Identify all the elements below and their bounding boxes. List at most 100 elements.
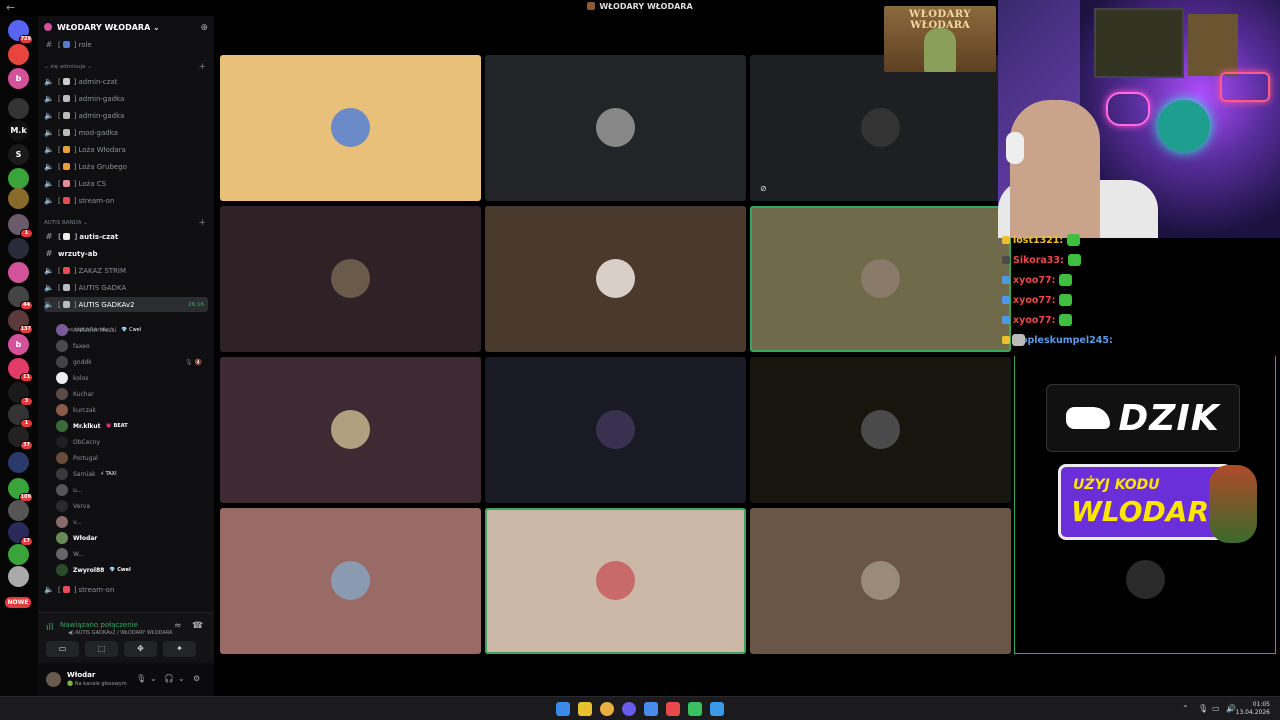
channel-voice[interactable]: 🔈 [] Loża Włodara: [44, 142, 208, 157]
gear-icon[interactable]: ⚙: [193, 674, 200, 683]
avatar[interactable]: [46, 672, 61, 687]
channel-voice[interactable]: 🔈 [] ZAKAZ STRIM: [44, 263, 208, 278]
channel-voice[interactable]: 🔈 [] mod-gadka: [44, 125, 208, 140]
server-avatar[interactable]: 17: [8, 522, 33, 546]
participant-tile[interactable]: [220, 357, 481, 503]
soundboard-button[interactable]: ✦: [163, 641, 196, 657]
volume-icon[interactable]: 🔊: [1226, 704, 1236, 713]
voice-user[interactable]: u...: [56, 482, 206, 498]
server-avatar[interactable]: M.k: [8, 120, 29, 141]
disconnect-icon[interactable]: ☎: [192, 621, 203, 631]
server-avatar[interactable]: b: [8, 334, 29, 355]
server-avatar[interactable]: [8, 188, 29, 209]
voice-user[interactable]: faxeo: [56, 338, 206, 354]
server-avatar[interactable]: 1: [8, 404, 33, 428]
server-avatar[interactable]: 37: [8, 426, 33, 450]
microphone-icon[interactable]: 🎙: [1198, 704, 1208, 713]
channel-role[interactable]: # [] role: [44, 37, 208, 52]
new-badge[interactable]: NOWE: [5, 597, 31, 608]
signal-icon[interactable]: ıll: [46, 623, 54, 633]
server-avatar[interactable]: [8, 44, 29, 65]
server-avatar[interactable]: 11: [8, 358, 33, 382]
server-avatar[interactable]: [8, 500, 29, 521]
clock[interactable]: 01:05 13.04.2026: [1236, 701, 1270, 717]
participant-avatar[interactable]: [1126, 560, 1165, 599]
voice-channel-path[interactable]: ◀) AUTIS GADKAv2 / WŁODARY WŁODARA: [68, 630, 172, 636]
add-channel-icon[interactable]: +: [198, 62, 206, 72]
voice-user[interactable]: kurczak: [56, 402, 206, 418]
discord-icon[interactable]: 729: [8, 20, 33, 44]
participant-tile[interactable]: [220, 206, 481, 352]
channel-voice[interactable]: 🔈 [] stream-on: [44, 193, 208, 208]
network-icon[interactable]: ▭: [1212, 704, 1220, 713]
headphones-icon[interactable]: 🎧: [164, 674, 174, 683]
voice-user[interactable]: Sarniak ⚡ TAXI: [56, 466, 206, 482]
chevron-down-icon[interactable]: ⌄: [150, 674, 157, 683]
voice-user[interactable]: Włodar: [56, 530, 206, 546]
store-icon[interactable]: [710, 702, 724, 716]
channel-voice[interactable]: 🔈 [] admin-gadka: [44, 91, 208, 106]
channel-voice[interactable]: 🔈 [] stream-on: [44, 582, 208, 597]
voice-user[interactable]: Zwyrol88 💎 Cwel: [56, 562, 206, 578]
participant-tile[interactable]: [750, 357, 1011, 503]
activities-button[interactable]: ✥: [124, 641, 157, 657]
participant-tile[interactable]: [485, 508, 746, 654]
channel-voice[interactable]: 🔈 [] admin-gadka: [44, 108, 208, 123]
chrome-icon[interactable]: [644, 702, 658, 716]
chrome-icon[interactable]: [578, 702, 592, 716]
server-avatar[interactable]: 3: [8, 382, 33, 406]
voice-user[interactable]: Kuchar: [56, 386, 206, 402]
participant-tile[interactable]: [485, 206, 746, 352]
channel-voice[interactable]: 🔈 [] AUTIS GADKA: [44, 280, 208, 295]
participant-tile[interactable]: [485, 55, 746, 201]
category-header[interactable]: ⌄ się adminuje ⌄ +: [44, 62, 208, 72]
server-avatar[interactable]: 109: [8, 478, 33, 502]
windows-start-icon[interactable]: [556, 702, 570, 716]
server-avatar[interactable]: 1: [8, 214, 33, 238]
app-icon[interactable]: [666, 702, 680, 716]
voice-user[interactable]: W...: [56, 546, 206, 562]
server-avatar[interactable]: 137: [8, 310, 33, 334]
file-explorer-icon[interactable]: [600, 702, 614, 716]
voice-user[interactable]: ANKARA Messi 💎 Cwel: [56, 322, 206, 338]
username[interactable]: Włodar: [67, 671, 95, 679]
participant-tile[interactable]: [750, 508, 1011, 654]
participant-tile[interactable]: [485, 357, 746, 503]
server-avatar[interactable]: [8, 544, 29, 565]
participant-tile[interactable]: [220, 508, 481, 654]
server-avatar[interactable]: [8, 452, 29, 473]
voice-user[interactable]: gnddk 🎙 🔇: [56, 354, 206, 370]
screenshare-button[interactable]: ⬚: [85, 641, 118, 657]
server-avatar[interactable]: [8, 566, 29, 587]
voice-user[interactable]: v...: [56, 514, 206, 530]
server-avatar[interactable]: [8, 98, 29, 119]
voice-user[interactable]: Mr.klkut 💗 BEAT: [56, 418, 206, 434]
server-avatar[interactable]: [8, 238, 29, 259]
discord-icon[interactable]: [622, 702, 636, 716]
participant-tile[interactable]: [750, 206, 1011, 352]
server-avatar[interactable]: [8, 262, 29, 283]
chevron-up-icon[interactable]: ⌃: [1182, 704, 1189, 713]
voice-user[interactable]: Portugal: [56, 450, 206, 466]
server-avatar[interactable]: [8, 168, 29, 189]
participant-tile[interactable]: [220, 55, 481, 201]
channel-voice[interactable]: 🔈 [] admin-czat: [44, 74, 208, 89]
server-avatar[interactable]: S: [8, 144, 29, 165]
spotify-icon[interactable]: [688, 702, 702, 716]
server-avatar[interactable]: b: [8, 68, 29, 89]
add-member-icon[interactable]: ⊕: [200, 23, 208, 33]
microphone-icon[interactable]: 🎙: [136, 674, 146, 683]
channel-voice[interactable]: 🔈 [] AUTIS GADKAv2 26:16: [44, 297, 208, 312]
add-channel-icon[interactable]: +: [198, 218, 206, 228]
server-avatar[interactable]: 44: [8, 286, 33, 310]
voice-user[interactable]: kolos: [56, 370, 206, 386]
noise-suppression-icon[interactable]: ≈: [174, 621, 182, 631]
voice-user[interactable]: ObCecny: [56, 434, 206, 450]
channel-voice[interactable]: 🔈 [] Loża CS: [44, 176, 208, 191]
server-name[interactable]: WŁODARY WŁODARA ⌄: [44, 23, 160, 32]
channel-text[interactable]: # [] autis-czat: [44, 229, 208, 244]
channel-voice[interactable]: 🔈 [] Loża Grubego: [44, 159, 208, 174]
camera-button[interactable]: ▭: [46, 641, 79, 657]
category-header[interactable]: AUTIS BANDA ⌄ +: [44, 218, 208, 228]
channel-text[interactable]: # wrzuty-ab: [44, 246, 208, 261]
